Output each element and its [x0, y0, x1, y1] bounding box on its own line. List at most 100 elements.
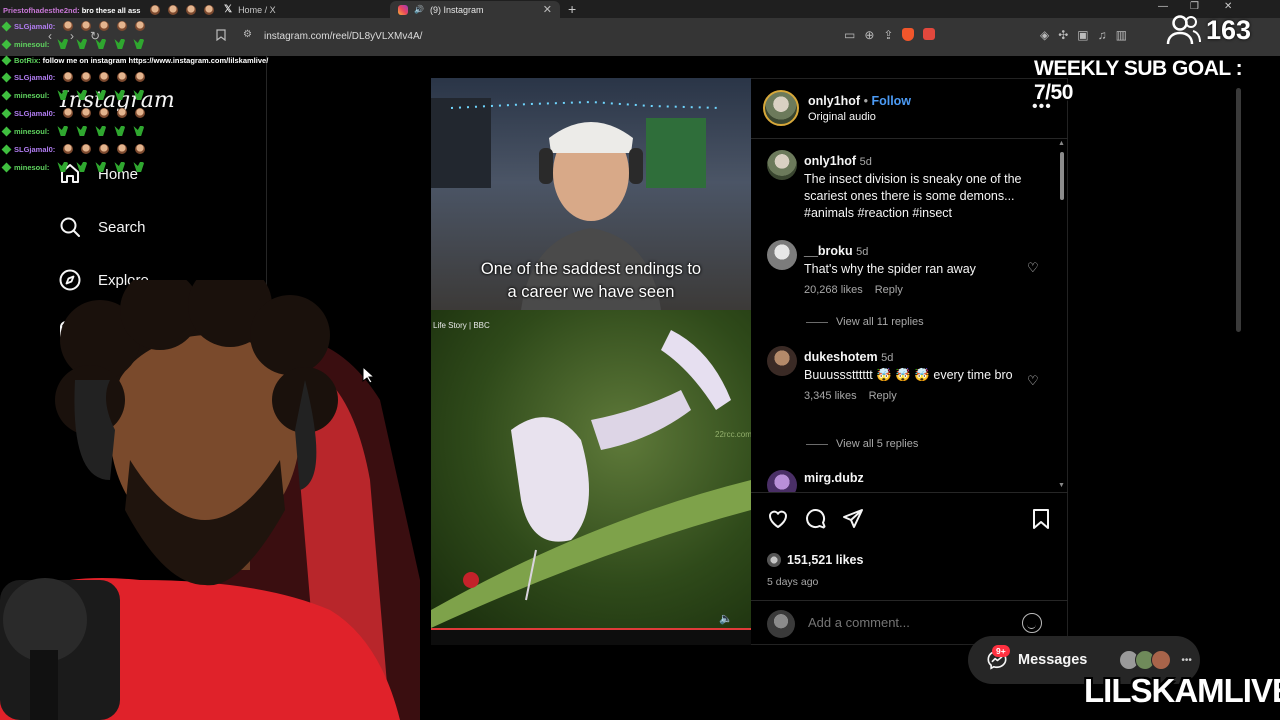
comment-age: 5d	[856, 246, 869, 258]
comment-item: dukeshotem 5d Buuussstttttt 🤯 🤯 🤯 every …	[804, 349, 1034, 402]
author-username[interactable]: only1hof	[808, 94, 860, 108]
video-source-tag: Life Story | BBC	[433, 321, 490, 330]
video-progress-bar[interactable]	[431, 628, 751, 630]
video-caption: One of the saddest endings to a career w…	[431, 258, 751, 304]
sidebar-toggle-icon[interactable]: ▥	[1116, 28, 1127, 42]
replies-divider	[806, 321, 828, 323]
audio-label[interactable]: Original audio	[808, 111, 876, 123]
emote-green-icon	[133, 90, 145, 100]
emote-face-icon	[150, 5, 161, 15]
badge-icon	[1, 126, 12, 136]
volume-icon[interactable]: 🔈	[719, 612, 733, 625]
emote-face-icon	[99, 72, 110, 82]
caption-avatar[interactable]	[767, 150, 797, 180]
comment-username[interactable]: __broku	[804, 244, 853, 258]
extensions-icon[interactable]: ✣	[1058, 28, 1068, 42]
emote-green-icon	[95, 39, 107, 49]
comment-avatar[interactable]	[767, 470, 797, 492]
messages-label: Messages	[1018, 652, 1088, 668]
speaker-icon: 🔊	[414, 5, 424, 14]
sidebar-item-search[interactable]: Search	[58, 215, 146, 239]
close-window-button[interactable]: ✕	[1224, 1, 1232, 12]
comment-avatar[interactable]	[767, 240, 797, 270]
minimize-button[interactable]: —	[1158, 1, 1168, 12]
viewers-icon	[1166, 15, 1201, 45]
restore-button[interactable]: ❐	[1190, 1, 1199, 12]
badge-icon	[1, 108, 12, 118]
like-count[interactable]: 151,521 likes	[787, 553, 863, 567]
mouse-cursor-icon	[362, 366, 374, 384]
brave-rewards-icon[interactable]	[923, 28, 936, 40]
more-icon[interactable]: •••	[1181, 655, 1192, 666]
current-user-avatar	[767, 610, 795, 638]
chat-line: SLGjamal0:	[1, 72, 146, 82]
emote-face-icon	[99, 108, 110, 118]
sub-goal-overlay: WEEKLY SUB GOAL : 7/50	[1034, 57, 1243, 104]
comments-list: only1hof 5d The insect division is sneak…	[751, 140, 1068, 492]
media-icon[interactable]: ▣	[1077, 28, 1088, 42]
chat-message: follow me on instagram https://www.insta…	[42, 56, 269, 65]
like-heart-icon[interactable]	[766, 507, 790, 531]
emote-green-icon	[133, 39, 145, 49]
brave-shield-icon[interactable]	[902, 28, 915, 41]
tab-instagram[interactable]: 🔊 (9) Instagram ✕	[390, 1, 560, 18]
emoji-icon[interactable]	[1022, 613, 1042, 633]
view-replies-button[interactable]: View all 11 replies	[806, 316, 924, 328]
reply-button[interactable]: Reply	[869, 390, 897, 402]
comment-like-count[interactable]: 20,268 likes	[804, 284, 863, 296]
badge-icon	[1, 90, 12, 100]
caption-username[interactable]: only1hof	[804, 154, 856, 168]
scroll-thumb[interactable]	[1060, 152, 1064, 200]
chat-line: minesoul:	[1, 162, 145, 172]
emote-face-icon	[135, 144, 146, 154]
site-info-icon[interactable]: ⚙	[243, 29, 252, 40]
streamer-name-overlay: LILSKAMLIVE	[1084, 672, 1280, 709]
save-bookmark-icon[interactable]	[1030, 507, 1052, 531]
comment-username[interactable]: dukeshotem	[804, 350, 878, 364]
emote-face-icon	[81, 72, 92, 82]
comment-avatar[interactable]	[767, 346, 797, 376]
author-avatar[interactable]	[763, 90, 799, 126]
reel-video[interactable]: One of the saddest endings to a career w…	[431, 78, 751, 645]
share-icon[interactable]	[841, 507, 865, 531]
audio-icon[interactable]: ◈	[1040, 28, 1049, 42]
comment-heart-icon[interactable]: ♡	[1027, 373, 1039, 389]
view-replies-button[interactable]: View all 5 replies	[806, 438, 918, 450]
caption-hashtags[interactable]: #animals #reaction #insect	[804, 205, 1044, 222]
new-tab-button[interactable]: +	[568, 1, 576, 17]
comment-icon[interactable]	[804, 507, 828, 531]
chat-username: minesoul:	[14, 162, 50, 172]
post-date: 5 days ago	[767, 576, 819, 588]
close-tab-icon[interactable]: ✕	[543, 3, 552, 16]
comment-like-count[interactable]: 3,345 likes	[804, 390, 857, 402]
zoom-icon[interactable]: ⊕	[864, 28, 874, 42]
emote-face-icon	[117, 21, 128, 31]
bookmark-icon[interactable]	[216, 29, 226, 44]
comments-scrollbar[interactable]: ▲ ▼	[1058, 140, 1066, 492]
cast-icon[interactable]: ▭	[844, 28, 855, 42]
scroll-down-icon[interactable]: ▼	[1058, 482, 1065, 489]
page-scroll-thumb[interactable]	[1236, 88, 1241, 332]
emote-face-icon	[135, 72, 146, 82]
music-icon[interactable]: ♫	[1098, 28, 1107, 42]
emote-green-icon	[133, 126, 145, 136]
author-line: only1hof • Follow	[808, 94, 911, 108]
page-scrollbar[interactable]	[1236, 78, 1242, 718]
caption-age: 5d	[859, 156, 872, 168]
comment-username[interactable]: mirg.dubz	[804, 471, 864, 485]
likes-summary[interactable]: 151,521 likes	[767, 553, 863, 567]
scroll-up-icon[interactable]: ▲	[1058, 140, 1065, 147]
emote-green-icon	[114, 162, 126, 172]
chat-line: minesoul:	[1, 126, 145, 136]
reply-button[interactable]: Reply	[875, 284, 903, 296]
comment-item: __broku 5d That's why the spider ran awa…	[804, 243, 1034, 296]
emote-face-icon	[63, 108, 74, 118]
share-icon[interactable]: ⇪	[883, 28, 893, 42]
url-text[interactable]: instagram.com/reel/DL8yVLXMv4A/	[264, 31, 422, 42]
add-comment-input[interactable]	[808, 615, 1008, 630]
comment-age: 5d	[881, 352, 894, 364]
follow-button[interactable]: Follow	[871, 94, 911, 108]
emote-face-icon	[63, 72, 74, 82]
tab-home-x[interactable]: 𝕏 Home / X	[216, 1, 388, 18]
comment-heart-icon[interactable]: ♡	[1027, 260, 1039, 276]
